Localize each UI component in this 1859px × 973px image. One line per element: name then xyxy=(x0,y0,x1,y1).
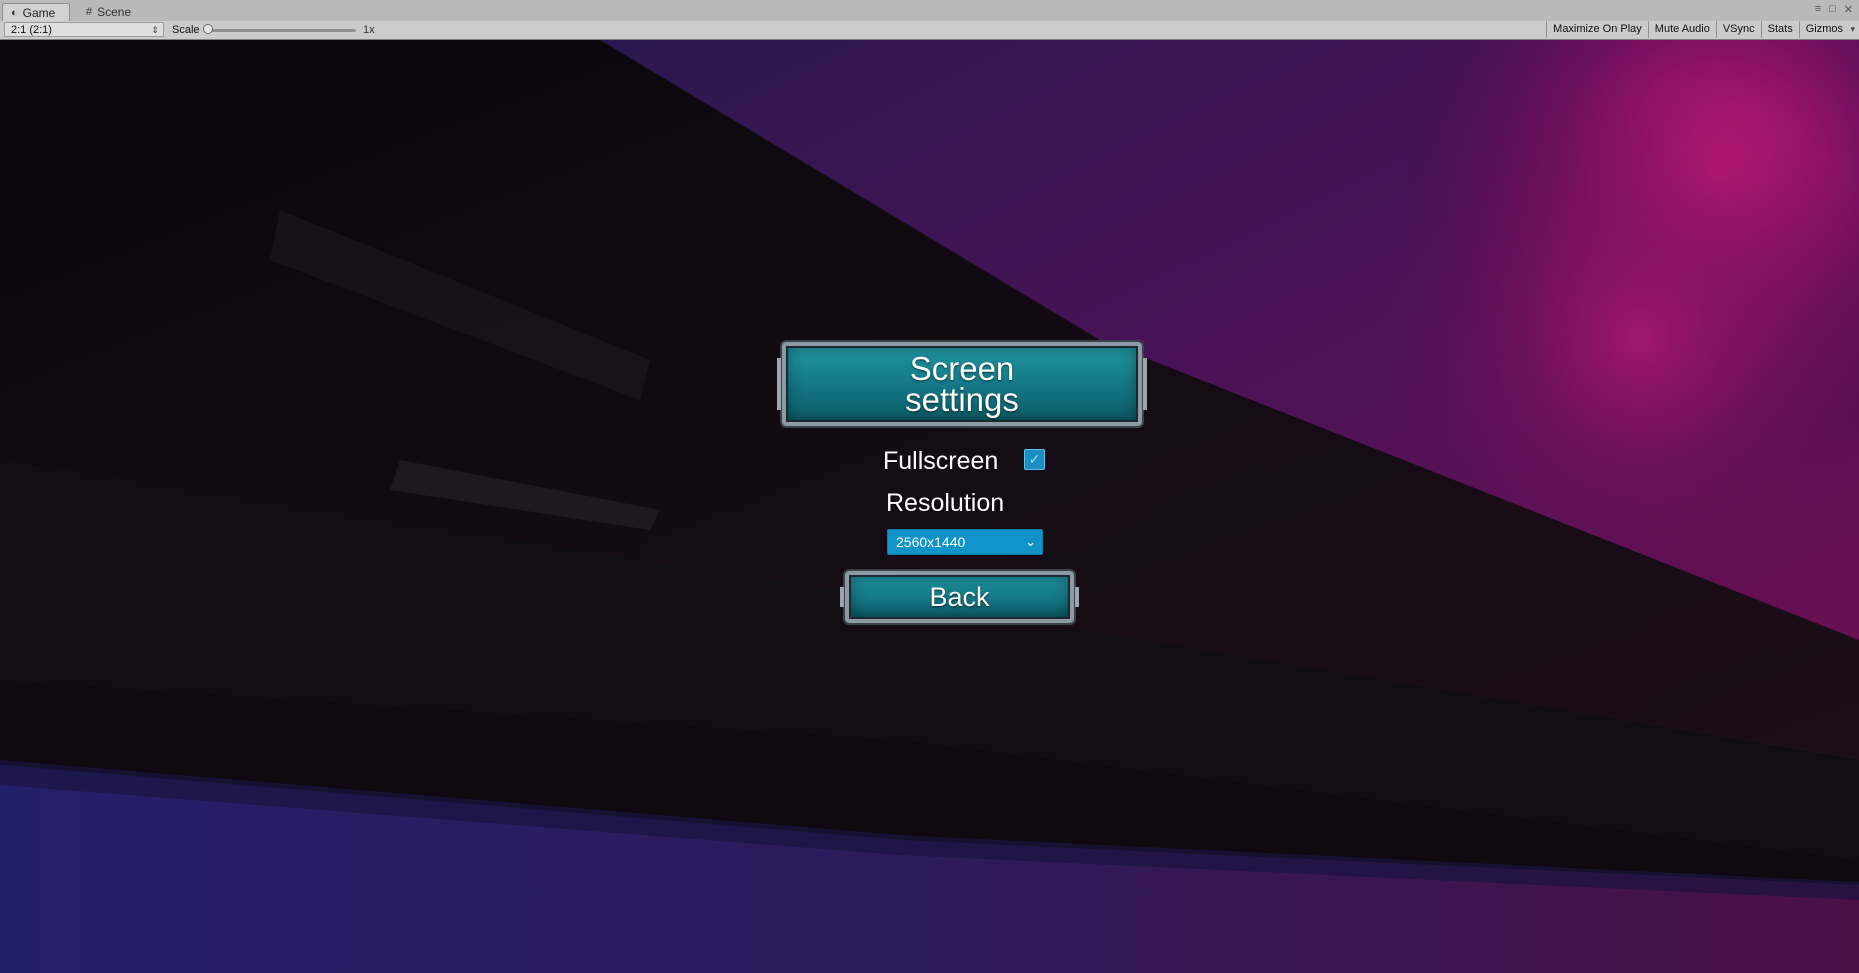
resolution-value: 2560x1440 xyxy=(896,534,966,550)
back-button[interactable]: Back xyxy=(840,569,1079,625)
tab-game-label: Game xyxy=(22,5,56,20)
tab-scene[interactable]: # Scene xyxy=(78,3,154,21)
stats-button[interactable]: Stats xyxy=(1760,21,1799,38)
close-icon[interactable]: ✕ xyxy=(1844,3,1853,16)
scale-label: Scale xyxy=(172,24,200,36)
menu-icon[interactable]: ≡ xyxy=(1815,3,1821,16)
scale-value: 1x xyxy=(363,24,375,36)
checkmark-icon: ✓ xyxy=(1028,451,1041,467)
grid-icon: # xyxy=(86,6,93,18)
scale-slider-handle[interactable] xyxy=(203,24,213,34)
screen-settings-title: Screen settings xyxy=(777,340,1147,428)
mute-audio-button[interactable]: Mute Audio xyxy=(1647,21,1716,38)
tab-game[interactable]: ◐ Game xyxy=(2,3,70,21)
screen-settings-title-text: Screen settings xyxy=(905,350,1019,418)
toolbar-toggles: Maximize On Play Mute Audio VSync Stats … xyxy=(1546,21,1859,39)
editor-tab-bar: ◐ Game # Scene ≡ □ ✕ xyxy=(0,0,1859,22)
maximize-icon[interactable]: □ xyxy=(1829,3,1836,16)
resolution-dropdown[interactable]: 2560x1440 ⌄ xyxy=(887,529,1043,555)
updown-arrow-icon: ⇕ xyxy=(151,25,159,35)
maximize-on-play-button[interactable]: Maximize On Play xyxy=(1546,21,1648,38)
aspect-ratio-dropdown[interactable]: 2:1 (2:1) ⇕ xyxy=(4,22,164,37)
vsync-button[interactable]: VSync xyxy=(1715,21,1761,38)
tab-scene-label: Scene xyxy=(97,5,132,19)
game-view: Screen settings Fullscreen ✓ Resolution … xyxy=(0,40,1859,973)
back-button-label: Back xyxy=(929,581,990,612)
resolution-label: Resolution xyxy=(886,489,1005,517)
window-controls: ≡ □ ✕ xyxy=(1815,3,1853,16)
game-view-toolbar: 2:1 (2:1) ⇕ Scale 1x Maximize On Play Mu… xyxy=(0,21,1859,40)
fullscreen-checkbox[interactable]: ✓ xyxy=(1024,449,1045,470)
fullscreen-label: Fullscreen xyxy=(883,447,999,475)
scale-slider-track[interactable] xyxy=(208,29,356,32)
gizmos-dropdown[interactable]: Gizmos xyxy=(1798,21,1859,38)
game-icon: ◐ xyxy=(11,6,18,19)
aspect-ratio-value: 2:1 (2:1) xyxy=(11,24,52,36)
chevron-down-icon: ⌄ xyxy=(1025,534,1036,549)
